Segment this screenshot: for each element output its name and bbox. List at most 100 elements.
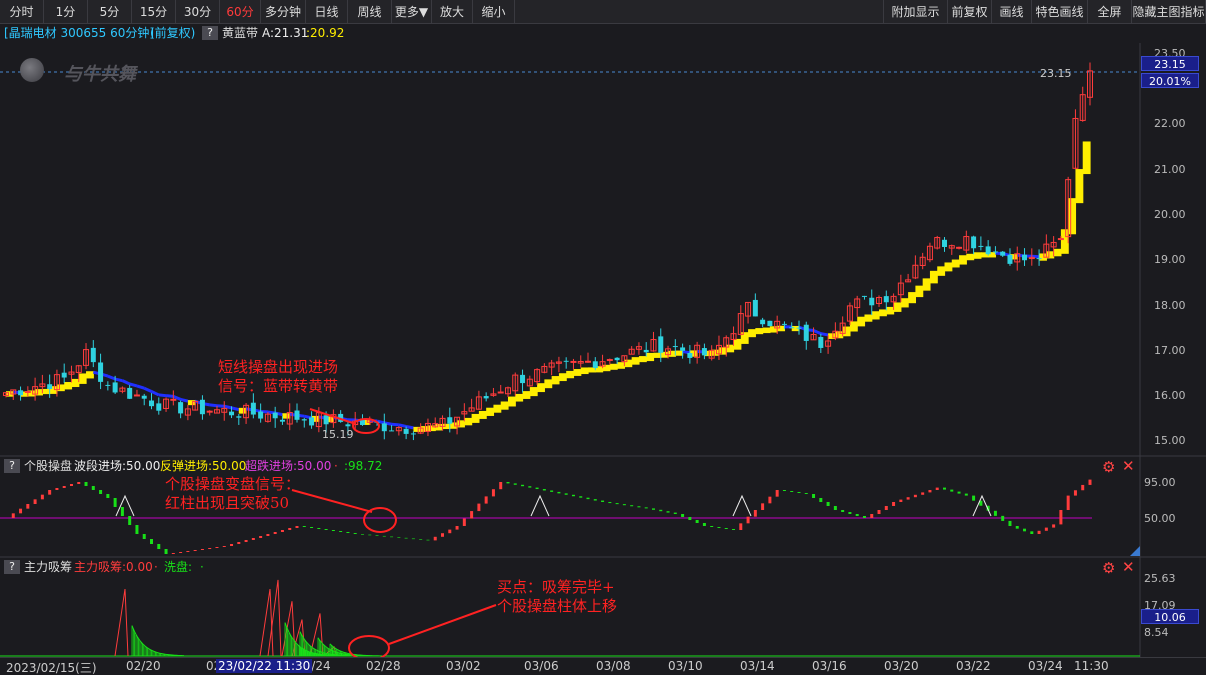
period-button-6[interactable]: 多分钟 <box>261 0 306 24</box>
panel1-field-value: :98.72 <box>344 459 383 473</box>
band-segment-32 <box>231 406 240 412</box>
panel2-help-button[interactable]: ? <box>4 560 20 574</box>
period-button-0[interactable]: 分时 <box>0 0 44 24</box>
period-button-11[interactable]: 缩小 <box>473 0 515 24</box>
panel2-annotation-arrow <box>388 604 497 645</box>
chart-title-bar: [晶瑞电材 300655 60分钟] (前复权) ? 黄蓝带 A:21.31 :… <box>0 24 1140 43</box>
toolbar-option-1[interactable]: 前复权 <box>948 0 992 24</box>
band-segment-120 <box>871 311 880 320</box>
current-price-badge: 23.15 <box>1141 56 1199 71</box>
period-button-10[interactable]: 放大 <box>432 0 473 24</box>
panel2-close-icon[interactable]: ✕ <box>1122 558 1135 576</box>
period-button-4[interactable]: 30分 <box>176 0 220 24</box>
candle-body-84 <box>614 357 620 361</box>
date-label-9: 03/14 <box>740 659 775 673</box>
candle-body-145 <box>1057 238 1064 241</box>
candle-body-18 <box>133 394 140 397</box>
candle-body-135 <box>985 246 991 255</box>
absorb-spike-1 <box>259 588 274 657</box>
candle-body-53 <box>389 430 395 432</box>
candle-body-37 <box>272 412 278 419</box>
band-segment-130 <box>944 262 953 272</box>
band-segment-132 <box>959 255 967 265</box>
candle-body-24 <box>178 402 184 414</box>
band-segment-81 <box>588 367 596 373</box>
candle-body-90 <box>658 336 664 353</box>
band-segment-18 <box>129 382 138 388</box>
panel1-field-rebound: 反弹进场:50.00 <box>160 459 247 473</box>
candle-body-56 <box>410 433 416 435</box>
period-button-7[interactable]: 日线 <box>306 0 348 24</box>
price-tick-15: 15.00 <box>1154 434 1186 447</box>
toolbar-option-0[interactable]: 附加显示 <box>883 0 948 24</box>
candle-body-138 <box>1007 254 1013 264</box>
band-segment-69 <box>500 401 509 410</box>
band-segment-122 <box>886 306 895 315</box>
panel2-gear-icon[interactable]: ⚙ <box>1102 559 1115 577</box>
candle-body-118 <box>861 295 867 297</box>
candle-body-96 <box>701 348 707 356</box>
band-segment-133 <box>966 253 975 261</box>
band-segment-78 <box>566 370 575 379</box>
band-segment-115 <box>835 331 844 339</box>
band-segment-67 <box>486 407 495 416</box>
scroll-triangle-icon <box>1130 546 1140 556</box>
panel1-help-button[interactable]: ? <box>4 459 20 473</box>
candle-body-88 <box>643 349 649 353</box>
panel1-annotation-arrow <box>291 489 373 513</box>
band-segment-127 <box>922 278 931 291</box>
period-button-3[interactable]: 15分 <box>132 0 176 24</box>
low-price-label: 15.19 <box>322 428 354 441</box>
candle-body-42 <box>309 417 315 426</box>
candle-body-44 <box>323 415 329 425</box>
panel2-field-absorb: 主力吸筹:0.00 <box>74 560 153 574</box>
toolbar-option-4[interactable]: 全屏 <box>1088 0 1132 24</box>
band-segment-15 <box>107 374 116 381</box>
period-button-1[interactable]: 1分 <box>44 0 88 24</box>
high-price-label: 23.15 <box>1040 67 1072 80</box>
band-segment-119 <box>864 314 873 322</box>
panel1-signal-marker-0 <box>115 494 135 517</box>
candle-body-32 <box>236 416 242 418</box>
indicator-value-b: :20.92 <box>306 26 345 40</box>
period-button-2[interactable]: 5分 <box>88 0 132 24</box>
date-label-1: 02/20 <box>126 659 161 673</box>
band-segment-8 <box>56 384 65 392</box>
band-segment-23 <box>165 394 174 398</box>
band-segment-94 <box>682 350 691 355</box>
toolbar-option-3[interactable]: 特色画线 <box>1032 0 1088 24</box>
band-segment-29 <box>209 403 218 408</box>
band-segment-74 <box>537 383 545 393</box>
indicator-help-button[interactable]: ? <box>202 26 218 40</box>
band-segment-54 <box>391 422 399 427</box>
period-button-9[interactable]: 更多▼ <box>392 0 432 24</box>
band-segment-72 <box>522 391 531 399</box>
candle-body-19 <box>141 395 147 399</box>
band-segment-121 <box>879 309 887 317</box>
band-segment-87 <box>631 357 640 365</box>
panel1-field-dot: · <box>334 459 338 473</box>
toolbar-option-2[interactable]: 画线 <box>992 0 1032 24</box>
period-button-8[interactable]: 周线 <box>348 0 392 24</box>
band-segment-16 <box>114 377 123 383</box>
candle-body-129 <box>941 239 947 247</box>
candle-body-2 <box>18 390 24 396</box>
panel1-tick-50: 50.00 <box>1144 512 1176 525</box>
panel1-close-icon[interactable]: ✕ <box>1122 457 1135 475</box>
panel1-gear-icon[interactable]: ⚙ <box>1102 458 1115 476</box>
candle-body-78 <box>570 360 577 363</box>
band-segment-64 <box>464 417 473 426</box>
candle-body-34 <box>250 402 256 415</box>
price-tick-20: 20.00 <box>1154 208 1186 221</box>
toolbar-option-5[interactable]: 隐藏主图指标 <box>1132 0 1206 24</box>
indicator-name: 黄蓝带 <box>222 26 259 40</box>
candle-body-68 <box>497 391 504 394</box>
price-tick-21: 21.00 <box>1154 163 1186 176</box>
band-segment-146 <box>1060 229 1069 254</box>
band-segment-149 <box>1082 141 1091 175</box>
period-button-5[interactable]: 60分 <box>220 0 261 24</box>
band-segment-86 <box>624 359 633 368</box>
watermark-logo-icon <box>20 58 44 82</box>
candle-body-92 <box>672 346 678 348</box>
candle-body-112 <box>818 336 824 348</box>
